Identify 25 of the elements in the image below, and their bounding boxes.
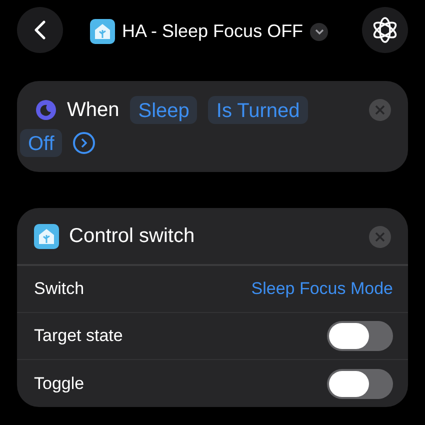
ai-button[interactable] [362,7,408,53]
toggle-switch[interactable] [327,368,393,398]
chevron-down-icon [314,28,324,34]
back-icon [34,20,46,40]
app-icon [90,19,115,44]
row-label: Target state [34,325,123,348]
when-label: When [67,98,120,123]
chevron-right-icon [81,138,88,148]
back-button[interactable] [17,7,63,53]
flower-icon [371,16,399,44]
title-menu-button[interactable] [310,22,328,40]
action-title: Control switch [69,224,195,249]
row-label: Switch [34,278,84,300]
parameter-token[interactable]: Is Turned [208,96,308,124]
moon-icon [36,100,56,120]
toggle-switch[interactable] [327,321,393,351]
parameter-token[interactable]: Off [20,129,62,157]
close-icon [375,105,385,115]
value-link[interactable]: Sleep Focus Mode [251,276,393,302]
parameter-token[interactable]: Sleep [130,96,198,124]
row-label: Toggle [34,372,84,395]
shortcut-title: HA - Sleep Focus OFF [122,20,304,43]
more-button[interactable] [73,132,96,154]
close-icon [375,232,385,242]
app-icon [34,224,59,248]
